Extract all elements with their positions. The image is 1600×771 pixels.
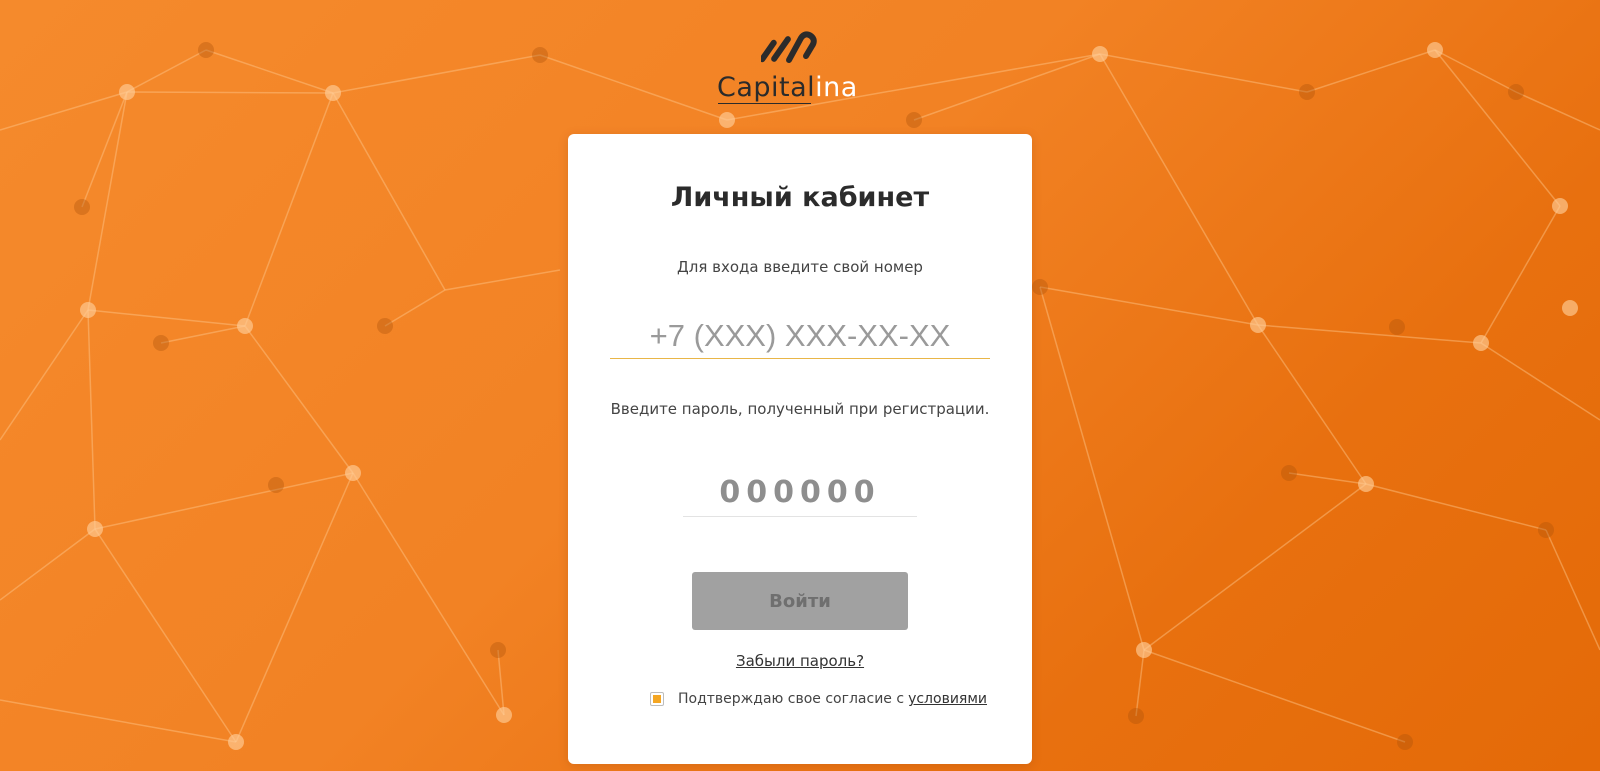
network-line (94, 528, 237, 743)
network-line (1099, 53, 1259, 326)
network-node (377, 318, 393, 334)
network-line (1434, 49, 1561, 207)
phone-hint: Для входа введите свой номер (677, 258, 923, 276)
network-line (1039, 286, 1259, 326)
network-line (1306, 49, 1436, 93)
network-line (160, 325, 246, 344)
network-node (1473, 335, 1489, 351)
network-line (81, 91, 128, 208)
network-node (1092, 46, 1108, 62)
password-hint: Введите пароль, полученный при регистрац… (610, 400, 990, 418)
network-node (1032, 279, 1048, 295)
network-node (228, 734, 244, 750)
forgot-password-link[interactable]: Забыли пароль? (736, 652, 864, 670)
page-title: Личный кабинет (670, 182, 930, 213)
network-node (719, 112, 735, 128)
logo-text-light: ina (815, 72, 858, 103)
terms-link[interactable]: условиями (908, 691, 987, 707)
network-node (496, 707, 512, 723)
network-node (1136, 642, 1152, 658)
network-line (1288, 472, 1367, 485)
network-line (1039, 286, 1145, 651)
network-line (87, 309, 96, 530)
network-node (1250, 317, 1266, 333)
network-line (332, 92, 446, 291)
network-node (1427, 42, 1443, 58)
network-line (352, 472, 505, 716)
network-line (1257, 324, 1482, 344)
network-node (1128, 708, 1144, 724)
network-line (1099, 53, 1308, 93)
network-line (913, 53, 1101, 121)
network-node (1281, 465, 1297, 481)
network-line (1143, 483, 1367, 651)
network-node (1552, 198, 1568, 214)
network-line (1545, 529, 1600, 651)
network-line (244, 92, 334, 327)
logo-wordmark: Capitalina (717, 72, 858, 104)
capitalina-logo[interactable]: Capitalina (717, 30, 857, 110)
network-line (1365, 483, 1547, 531)
network-node (345, 465, 361, 481)
network-line (94, 472, 354, 530)
password-code-input[interactable] (683, 468, 917, 517)
network-node (1538, 522, 1554, 538)
logo-underline (718, 103, 811, 104)
network-line (87, 309, 246, 327)
network-node (268, 477, 284, 493)
network-node (237, 318, 253, 334)
network-node (325, 85, 341, 101)
network-node (1358, 476, 1374, 492)
network-node (1389, 319, 1405, 335)
network-line (205, 49, 334, 94)
network-line (0, 91, 128, 131)
network-line (539, 54, 728, 121)
network-node (490, 642, 506, 658)
network-line (1135, 649, 1145, 717)
network-line (497, 649, 505, 716)
network-node (80, 302, 96, 318)
network-line (1434, 49, 1517, 93)
network-node (1508, 84, 1524, 100)
network-line (1480, 205, 1561, 344)
network-line (0, 699, 237, 743)
network-node (87, 521, 103, 537)
network-line (126, 91, 334, 94)
network-node (1562, 300, 1578, 316)
network-node (153, 335, 169, 351)
network-line (384, 289, 446, 327)
login-button[interactable]: Войти (692, 572, 908, 630)
network-node (532, 47, 548, 63)
phone-input[interactable] (610, 314, 990, 359)
network-line (126, 49, 207, 93)
network-line (1480, 342, 1600, 421)
network-line (1515, 91, 1600, 131)
network-line (87, 91, 128, 311)
network-node (74, 199, 90, 215)
network-line (1143, 649, 1406, 743)
network-node (119, 84, 135, 100)
consent-row: Подтверждаю свое согласие с условиями (650, 689, 987, 709)
network-node (198, 42, 214, 58)
login-card: Личный кабинет Для входа введите свой но… (568, 134, 1032, 764)
network-node (1397, 734, 1413, 750)
network-line (0, 528, 96, 601)
network-line (235, 472, 354, 743)
network-line (0, 309, 89, 441)
network-line (1257, 324, 1367, 485)
network-line (244, 325, 354, 474)
network-line (444, 269, 561, 291)
consent-text: Подтверждаю свое согласие с (678, 691, 905, 707)
forgot-password: Забыли пароль? (568, 652, 1032, 670)
capitalina-logo-mark-icon (761, 31, 817, 63)
network-line (332, 54, 541, 94)
logo-text-dark: Capital (717, 72, 816, 103)
network-node (906, 112, 922, 128)
network-node (1299, 84, 1315, 100)
consent-checkbox[interactable] (650, 692, 664, 706)
